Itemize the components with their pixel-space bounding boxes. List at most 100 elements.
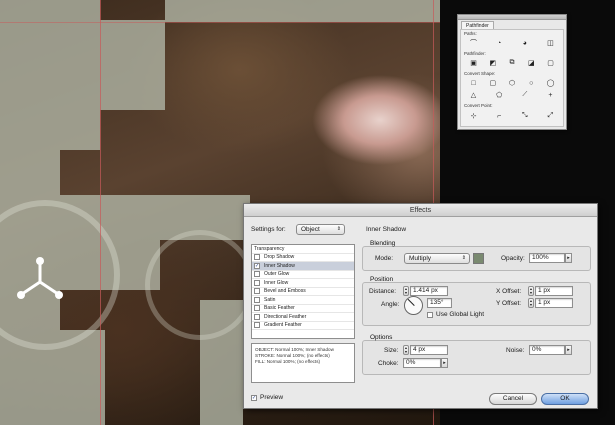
summary-line: FILL: Normal 100%; (no effects) (255, 359, 321, 364)
shadow-color-swatch[interactable] (473, 253, 484, 264)
opacity-field[interactable]: 100% (529, 253, 565, 263)
section-label-convert-point: Convert Point: (464, 103, 493, 108)
split-path-icon[interactable]: ◫ (544, 38, 557, 48)
size-stepper-icon[interactable]: ▲ ▼ (403, 345, 409, 355)
effect-list-item[interactable]: ✓ Inner Shadow (252, 262, 354, 271)
mode-dropdown[interactable]: Multiply ⇕ (404, 253, 470, 264)
effect-checkbox[interactable] (254, 305, 260, 312)
angle-label: Angle: (381, 301, 400, 308)
noise-popup-arrow-icon[interactable]: ▸ (565, 345, 572, 355)
effect-checkbox[interactable] (254, 313, 260, 320)
unite-icon[interactable]: ▣ (467, 58, 480, 68)
effect-list-item[interactable]: Outer Glow (252, 271, 354, 279)
effect-list-label: Outer Glow (264, 271, 290, 278)
effect-list[interactable]: Transparency Drop Shadow ✓ Inner Shadow Oute… (251, 244, 355, 339)
effect-checkbox[interactable] (254, 271, 260, 278)
settings-for-value: Object (301, 226, 320, 233)
section-label-pathfinder: Pathfinder: (464, 51, 486, 56)
use-global-light-checkbox[interactable] (427, 312, 433, 318)
preview-checkbox[interactable]: ✓ (251, 395, 257, 401)
noise-label: Noise: (506, 347, 525, 354)
y-offset-field[interactable]: 1 px (535, 298, 573, 308)
angle-dial-icon[interactable] (404, 296, 423, 315)
x-offset-stepper-icon[interactable]: ▲ ▼ (528, 286, 534, 296)
effect-list-label: Satin (264, 296, 276, 303)
smooth-path-icon[interactable]: ◔ (493, 38, 506, 48)
mode-value: Multiply (409, 255, 432, 262)
effect-checkbox[interactable] (254, 322, 260, 329)
opacity-label: Opacity: (501, 255, 525, 262)
effect-list-item[interactable]: Satin (252, 296, 354, 305)
effect-checkbox[interactable]: ✓ (254, 262, 260, 269)
rounded-rectangle-shape-icon[interactable]: ▢ (486, 78, 499, 88)
triangle-shape-icon[interactable]: △ (467, 90, 480, 100)
exclude-icon[interactable]: ◪ (525, 58, 538, 68)
inverse-rounded-shape-icon[interactable]: ○ (525, 78, 538, 88)
logo-icon (17, 257, 63, 299)
plain-point-icon[interactable]: ⊹ (467, 111, 480, 121)
divide-icon[interactable]: ▢ (544, 58, 557, 68)
effect-list-item[interactable]: Inner Glow (252, 279, 354, 288)
distance-field[interactable]: 1.414 px (410, 286, 448, 296)
effect-list-item[interactable]: Drop Shadow (252, 254, 354, 262)
choke-popup-arrow-icon[interactable]: ▸ (441, 358, 448, 368)
distance-stepper-icon[interactable]: ▲ ▼ (403, 286, 409, 296)
opacity-popup-arrow-icon[interactable]: ▸ (565, 253, 572, 263)
effect-checkbox[interactable] (254, 288, 260, 295)
preview-label: Preview (260, 394, 284, 401)
angle-field[interactable]: 135° (427, 298, 452, 308)
distance-label: Distance: (369, 288, 397, 295)
size-label: Size: (384, 347, 399, 354)
ellipse-shape-icon[interactable]: ◯ (544, 78, 557, 88)
line-shape-icon[interactable]: ⟋ (518, 90, 531, 100)
y-offset-stepper-icon[interactable]: ▲ ▼ (528, 298, 534, 308)
effect-list-item[interactable]: Directional Feather (252, 313, 354, 322)
minus-front-icon[interactable]: ◩ (486, 58, 499, 68)
settings-for-label: Settings for: (251, 226, 286, 233)
effect-list-item[interactable]: Gradient Feather (252, 322, 354, 330)
effect-checkbox[interactable] (254, 254, 260, 261)
effect-list-label: Inner Shadow (264, 262, 295, 269)
chevron-updown-icon: ⇕ (336, 226, 341, 232)
corner-point-icon[interactable]: ⌐ (493, 111, 506, 121)
overlay-shape (100, 20, 165, 110)
orthogonal-line-shape-icon[interactable]: + (544, 90, 557, 100)
section-label-paths: Paths: (464, 31, 477, 36)
y-offset-label: Y Offset: (496, 300, 522, 307)
effect-list-item[interactable]: Transparency (252, 245, 354, 254)
panel-titlebar[interactable] (458, 15, 566, 20)
settings-for-dropdown[interactable]: Object ⇕ (296, 224, 345, 235)
pathfinder-row: ▣ ◩ ⧉ ◪ ▢ (467, 58, 557, 68)
effect-list-label: Transparency (254, 245, 285, 252)
effect-checkbox[interactable] (254, 279, 260, 286)
pathfinder-panel: Pathfinder Paths: ⌒ ◔ ◕ ◫ Pathfinder: ▣ … (457, 14, 567, 130)
decorative-ring (145, 230, 255, 340)
ok-button[interactable]: OK (541, 393, 589, 405)
x-offset-field[interactable]: 1 px (535, 286, 573, 296)
effect-list-label: Drop Shadow (264, 254, 295, 261)
guide-line (0, 22, 440, 23)
smooth-point-icon[interactable]: ⤡ (518, 111, 531, 121)
rectangle-shape-icon[interactable]: □ (467, 78, 480, 88)
polygon-shape-icon[interactable]: ⬠ (493, 90, 506, 100)
join-path-icon[interactable]: ⌒ (467, 38, 480, 48)
effects-dialog: Effects Settings for: Object ⇕ Inner Sha… (243, 203, 598, 409)
effect-list-item[interactable]: Basic Feather (252, 305, 354, 313)
choke-label: Choke: (378, 360, 399, 367)
symmetrical-point-icon[interactable]: ⤢ (544, 111, 557, 121)
effect-summary: OBJECT: Normal 100%; Inner Shadow STROKE… (251, 343, 355, 383)
effect-list-label: Directional Feather (264, 313, 307, 320)
choke-field[interactable]: 0% (403, 358, 441, 368)
beveled-rectangle-shape-icon[interactable]: ⬡ (506, 78, 519, 88)
intersect-icon[interactable]: ⧉ (506, 58, 519, 68)
cancel-button[interactable]: Cancel (489, 393, 537, 405)
section-label-convert-shape: Convert Shape: (464, 71, 496, 76)
noise-field[interactable]: 0% (529, 345, 565, 355)
reverse-path-icon[interactable]: ◕ (518, 38, 531, 48)
convert-shape-row: □ ▢ ⬡ ○ ◯ (467, 78, 557, 88)
pathfinder-body: Paths: ⌒ ◔ ◕ ◫ Pathfinder: ▣ ◩ ⧉ ◪ ▢ Con… (460, 29, 564, 127)
size-field[interactable]: 4 px (410, 345, 448, 355)
effect-checkbox[interactable] (254, 296, 260, 303)
effect-list-item[interactable]: Bevel and Emboss (252, 288, 354, 296)
dialog-title[interactable]: Effects (244, 204, 597, 217)
